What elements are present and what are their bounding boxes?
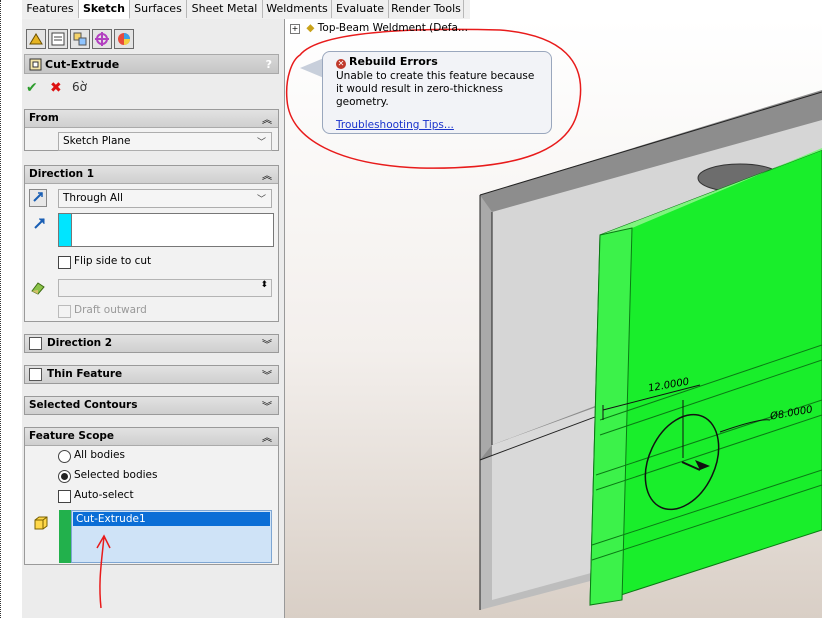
direction1-group-header[interactable]: Direction 1 ︽ bbox=[25, 166, 278, 184]
direction-reference-field[interactable] bbox=[71, 213, 274, 247]
reverse-direction-icon bbox=[33, 192, 43, 202]
tab-evaluate[interactable]: Evaluate bbox=[332, 0, 389, 18]
end-condition-select[interactable]: Through All ﹀ bbox=[58, 189, 272, 208]
feature-tree-root[interactable]: + ◆ Top-Beam Weldment (Defa... bbox=[290, 22, 468, 34]
draft-angle-spinbox[interactable]: ⬍ bbox=[58, 279, 272, 297]
ok-check-icon[interactable]: ✔ bbox=[26, 80, 38, 96]
display-manager-icon[interactable] bbox=[114, 29, 134, 49]
from-group-header[interactable]: From ︽ bbox=[25, 110, 278, 128]
thin-feature-group: Thin Feature ︾ bbox=[24, 365, 279, 384]
selected-contours-header-label: Selected Contours bbox=[29, 399, 138, 411]
cut-extrude-icon bbox=[29, 58, 42, 71]
chevron-down-icon: ﹀ bbox=[256, 138, 266, 148]
direction1-header-label: Direction 1 bbox=[29, 168, 95, 180]
feature-scope-header-label: Feature Scope bbox=[29, 430, 115, 442]
tab-surfaces[interactable]: Surfaces bbox=[130, 0, 187, 18]
tab-sketch[interactable]: Sketch bbox=[79, 0, 130, 19]
thin-feature-group-header[interactable]: Thin Feature ︾ bbox=[25, 366, 278, 383]
selection-color-swatch bbox=[59, 510, 71, 563]
dimxpert-manager-icon[interactable] bbox=[92, 29, 112, 49]
rebuild-error-message: Unable to create this feature because it… bbox=[336, 70, 535, 108]
spinner-arrows-icon[interactable]: ⬍ bbox=[260, 280, 268, 290]
direction-of-extrusion-icon bbox=[33, 216, 47, 233]
expand-chevron-icon[interactable]: ︾ bbox=[262, 398, 272, 413]
tree-node-label: Top-Beam Weldment (Defa... bbox=[317, 22, 468, 34]
thin-feature-checkbox[interactable] bbox=[29, 368, 42, 381]
chevron-down-icon: ﹀ bbox=[256, 195, 266, 205]
draft-outward-checkbox[interactable] bbox=[58, 305, 71, 318]
all-bodies-label: All bodies bbox=[74, 449, 125, 461]
collapse-chevron-icon[interactable]: ︽ bbox=[262, 429, 272, 444]
direction1-group: Direction 1 ︽ Through All ﹀ Flip side to… bbox=[24, 165, 279, 322]
command-manager-tabs: Features Sketch Surfaces Sheet Metal Wel… bbox=[22, 0, 470, 20]
collapse-chevron-icon[interactable]: ︽ bbox=[262, 111, 272, 126]
from-header-label: From bbox=[29, 112, 59, 124]
bodies-to-affect-list[interactable]: Cut-Extrude1 bbox=[71, 510, 272, 563]
flip-side-label: Flip side to cut bbox=[74, 255, 152, 267]
expand-chevron-icon[interactable]: ︾ bbox=[262, 367, 272, 382]
direction2-group-header[interactable]: Direction 2 ︾ bbox=[25, 335, 278, 352]
feature-manager-icon[interactable] bbox=[26, 29, 46, 49]
selected-bodies-radio[interactable] bbox=[58, 470, 71, 483]
detailed-preview-icon[interactable]: 6ờ bbox=[72, 80, 87, 94]
collapse-chevron-icon[interactable]: ︽ bbox=[262, 167, 272, 182]
draft-on-off-button[interactable] bbox=[29, 279, 47, 297]
tab-weldments[interactable]: Weldments bbox=[263, 0, 332, 18]
property-manager-panel: Cut-Extrude ? ✔ ✖ 6ờ From ︽ Sketch Plane… bbox=[22, 19, 285, 618]
thin-feature-header-label: Thin Feature bbox=[47, 368, 123, 380]
direction2-header-label: Direction 2 bbox=[47, 337, 113, 349]
solid-bodies-icon bbox=[33, 515, 49, 534]
expand-plus-icon[interactable]: + bbox=[290, 24, 300, 34]
cancel-x-icon[interactable]: ✖ bbox=[50, 80, 62, 96]
bubble-pointer bbox=[300, 58, 324, 78]
error-icon: ✕ bbox=[336, 59, 346, 69]
pm-title-bar: Cut-Extrude ? bbox=[24, 54, 279, 74]
auto-select-label: Auto-select bbox=[74, 489, 134, 501]
rebuild-error-title-text: Rebuild Errors bbox=[349, 55, 438, 68]
weldment-part-icon: ◆ bbox=[306, 22, 315, 34]
direction-color-swatch bbox=[58, 213, 72, 247]
rebuild-error-title: ✕ Rebuild Errors bbox=[336, 55, 438, 69]
feature-scope-group-header[interactable]: Feature Scope ︽ bbox=[25, 428, 278, 446]
help-icon[interactable]: ? bbox=[266, 58, 272, 71]
flip-side-checkbox[interactable] bbox=[58, 256, 71, 269]
configuration-manager-icon[interactable] bbox=[70, 29, 90, 49]
all-bodies-radio[interactable] bbox=[58, 450, 71, 463]
rebuild-error-bubble: ✕ Rebuild Errors Unable to create this fe… bbox=[322, 51, 552, 134]
end-condition-value: Through All bbox=[63, 192, 123, 204]
selected-bodies-label: Selected bodies bbox=[74, 469, 158, 481]
auto-select-checkbox[interactable] bbox=[58, 490, 71, 503]
direction2-checkbox[interactable] bbox=[29, 337, 42, 350]
tab-render-tools[interactable]: Render Tools bbox=[389, 0, 464, 18]
tab-sheet-metal[interactable]: Sheet Metal bbox=[187, 0, 263, 18]
selected-contours-group: Selected Contours ︾ bbox=[24, 396, 279, 415]
pm-title: Cut-Extrude bbox=[45, 58, 120, 71]
tab-features[interactable]: Features bbox=[22, 0, 79, 18]
troubleshooting-link[interactable]: Troubleshooting Tips... bbox=[336, 119, 454, 131]
from-group: From ︽ Sketch Plane ﹀ bbox=[24, 109, 279, 151]
draft-icon bbox=[31, 282, 45, 295]
from-start-condition-select[interactable]: Sketch Plane ﹀ bbox=[58, 132, 272, 151]
draft-outward-label: Draft outward bbox=[74, 304, 147, 316]
feature-scope-group: Feature Scope ︽ All bodies Selected bodi… bbox=[24, 427, 279, 565]
panel-splitter-guide bbox=[0, 0, 2, 618]
from-start-condition-value: Sketch Plane bbox=[63, 135, 131, 147]
list-item[interactable]: Cut-Extrude1 bbox=[73, 512, 270, 526]
selected-contours-group-header[interactable]: Selected Contours ︾ bbox=[25, 397, 278, 414]
expand-chevron-icon[interactable]: ︾ bbox=[262, 336, 272, 351]
reverse-direction-button[interactable] bbox=[29, 189, 47, 207]
direction2-group: Direction 2 ︾ bbox=[24, 334, 279, 353]
property-manager-icon[interactable] bbox=[48, 29, 68, 49]
